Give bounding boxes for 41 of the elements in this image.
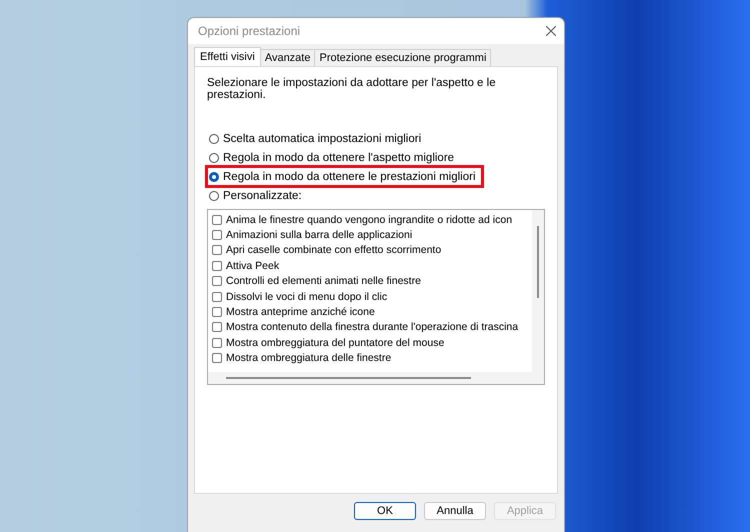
radio-label: Scelta automatica impostazioni migliori [223,132,422,144]
checkbox-label: Mostra ombreggiatura delle finestre [226,352,392,364]
checkbox[interactable] [212,214,222,225]
dialog-button[interactable]: OK [354,502,416,520]
checkbox[interactable] [212,245,222,256]
checkbox-label: Apri caselle combinate con effetto scorrimento [226,244,442,256]
description-text: Selezionare le impostazioni da adottare per l'aspetto e le prestazioni. [207,77,497,101]
checkbox-label: Anima le finestre quando vengono ingrandite o ridotte ad icon [226,214,512,226]
tab[interactable]: Protezione esecuzione programmi [314,49,492,66]
checkbox[interactable] [212,322,222,332]
radio-button[interactable] [209,172,219,182]
checkbox[interactable] [212,307,222,318]
horizontal-scrollbar[interactable] [208,372,544,384]
radio-button[interactable] [209,152,219,162]
checkbox[interactable] [212,260,222,271]
checkbox-label: Animazioni sulla barra delle applicazioni [226,229,412,242]
checkbox-label: Controlli ed elementi animati nelle finestre [226,275,421,288]
radio-label: Regola in modo da ottenere le prestazioni migliori [223,170,476,182]
checkbox[interactable] [212,353,222,364]
radio-button[interactable] [209,190,219,200]
radio-label: Regola in modo da ottenere l'aspetto migliore [223,152,454,164]
checkbox[interactable] [212,292,222,302]
radio-option[interactable]: Scelta automatica impostazioni migliori [207,129,424,148]
radio-button[interactable] [209,134,219,144]
checkbox[interactable] [212,276,222,286]
checkbox-label: Mostra ombreggiatura del puntatore del mouse [226,336,444,349]
checkbox[interactable] [212,230,222,240]
checkbox[interactable] [212,338,222,348]
checkbox-label: Attiva Peek [226,260,280,272]
radio-label: Personalizzate: [223,190,302,202]
checkbox-label: Mostra contenuto della finestra durante l'operazione di trascina [226,321,518,334]
dialog-button[interactable]: Annulla [424,502,486,520]
close-icon[interactable] [546,26,556,36]
radio-option[interactable]: Personalizzate: [207,186,304,205]
radio-option[interactable]: Regola in modo da ottenere l'aspetto migliore [207,148,456,167]
checkbox-label: Mostra anteprime anziché icone [226,306,375,318]
tab[interactable]: Effetti visivi [194,47,261,66]
vertical-scrollbar[interactable] [532,210,544,372]
highlighted-radio-option[interactable]: Regola in modo da ottenere le prestazioni migliori [207,167,482,186]
checkbox-label: Dissolvi le voci di menu dopo il clic [226,290,388,303]
window-title: Opzioni prestazioni [198,24,300,38]
